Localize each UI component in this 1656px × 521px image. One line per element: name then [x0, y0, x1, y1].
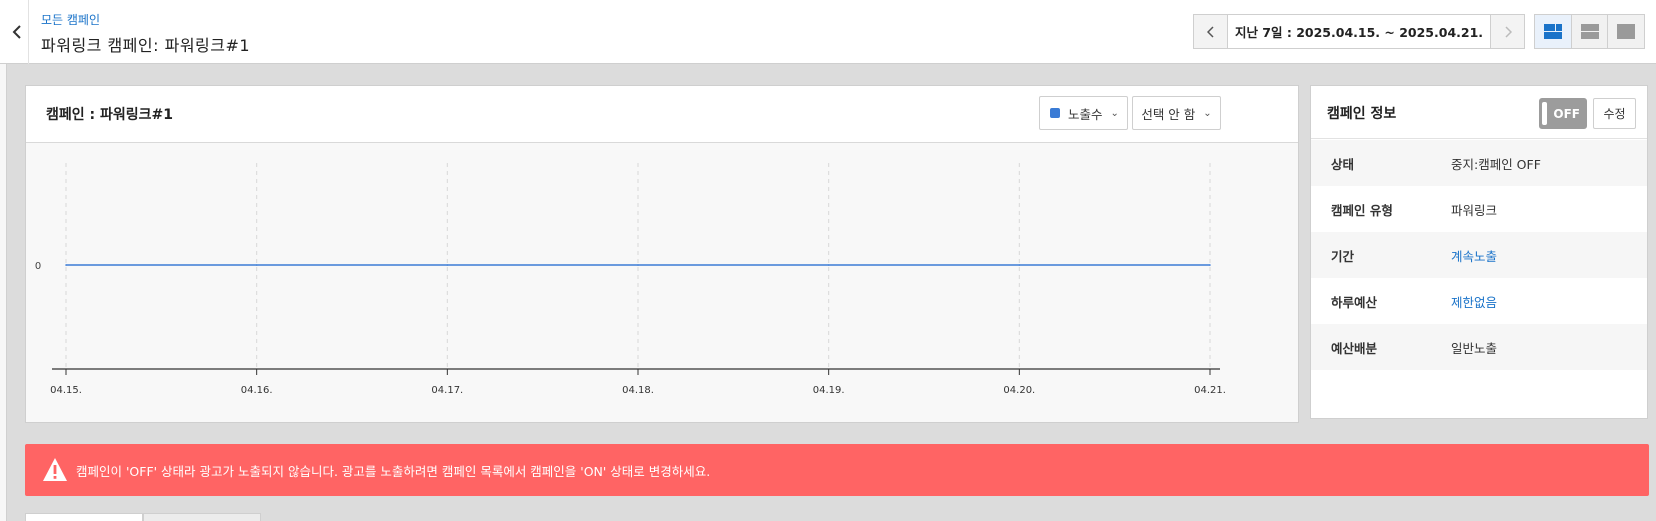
chart-plot-area: 04.15. 04.16. 04.17. 04.18. 04.19. 04.20. 04.2… — [26, 143, 1298, 422]
view-rows-button[interactable] — [1570, 15, 1608, 48]
x-tick-label: 04.17. — [431, 385, 463, 396]
bottom-tabs — [25, 513, 1649, 521]
date-range-label[interactable]: 지난 7일 : 2025.04.15. ~ 2025.04.21. — [1228, 15, 1490, 48]
view-rows-icon — [1580, 24, 1599, 39]
chevron-down-icon: ⌄ — [1110, 107, 1119, 119]
x-tick-label: 04.21. — [1194, 385, 1226, 396]
chart-header: 캠페인 : 파워링크#1 노출수 ⌄ 선택 안 함 ⌄ — [26, 86, 1298, 143]
campaign-info-panel: 캠페인 정보 OFF 수정 상태 중지:캠페인 OFF 캠페인 유형 파워링크 … — [1310, 85, 1648, 419]
chevron-left-icon — [1206, 25, 1214, 38]
page-title: 파워링크 캠페인: 파워링크#1 — [41, 36, 251, 55]
info-row-type: 캠페인 유형 파워링크 — [1311, 186, 1647, 232]
x-tick-label: 04.18. — [622, 385, 654, 396]
data-point — [65, 264, 67, 266]
chart-panel: 캠페인 : 파워링크#1 노출수 ⌄ 선택 안 함 ⌄ 04.15. 04.16.… — [25, 85, 1299, 423]
x-tick-label: 04.20. — [1003, 385, 1035, 396]
info-title: 캠페인 정보 — [1327, 106, 1397, 122]
alert-message: 캠페인이 'OFF' 상태라 광고가 노출되지 않습니다. 광고를 노출하려면 … — [76, 463, 711, 479]
view-single-icon — [1617, 24, 1636, 39]
info-row-daily-budget: 하루예산 제한없음 — [1311, 278, 1647, 324]
date-next-button[interactable] — [1490, 15, 1524, 48]
x-tick-label: 04.15. — [50, 385, 82, 396]
y-tick-label: 0 — [35, 261, 41, 272]
data-point — [827, 264, 830, 266]
info-value: 중지:캠페인 OFF — [1451, 156, 1541, 172]
info-value-link[interactable]: 계속노출 — [1451, 246, 1497, 265]
left-edge-strip — [0, 0, 7, 521]
info-row-period: 기간 계속노출 — [1311, 232, 1647, 278]
warning-icon — [43, 458, 67, 481]
x-tick-label: 04.16. — [241, 385, 273, 396]
info-header: 캠페인 정보 OFF 수정 — [1311, 86, 1647, 139]
chart-title: 캠페인 : 파워링크#1 — [46, 107, 173, 123]
data-point — [255, 264, 258, 266]
back-button[interactable] — [6, 0, 29, 64]
campaign-on-off-toggle[interactable]: OFF — [1539, 98, 1587, 129]
date-range-picker: 지난 7일 : 2025.04.15. ~ 2025.04.21. — [1193, 14, 1525, 49]
chevron-down-icon: ⌄ — [1203, 107, 1212, 119]
metric1-dropdown[interactable]: 노출수 ⌄ — [1039, 96, 1128, 130]
info-value: 일반노출 — [1451, 340, 1498, 356]
info-label: 기간 — [1331, 248, 1355, 264]
info-label: 캠페인 유형 — [1331, 202, 1393, 218]
data-point — [637, 264, 639, 266]
view-split-button[interactable] — [1535, 15, 1571, 48]
metric2-dropdown[interactable]: 선택 안 함 ⌄ — [1132, 96, 1221, 130]
view-split-icon — [1543, 24, 1562, 39]
tab-inactive[interactable] — [143, 513, 261, 521]
info-label: 상태 — [1331, 156, 1355, 172]
info-value: 파워링크 — [1451, 202, 1498, 218]
info-label: 예산배분 — [1331, 340, 1378, 356]
data-point — [1209, 264, 1211, 266]
metric1-color-swatch — [1050, 108, 1060, 118]
toggle-label: OFF — [1553, 106, 1580, 121]
chevron-left-icon — [12, 25, 21, 39]
chevron-right-icon — [1504, 25, 1512, 38]
line-chart: 04.15. 04.16. 04.17. 04.18. 04.19. 04.20. 04.2… — [35, 163, 1226, 396]
breadcrumb-all-campaigns[interactable]: 모든 캠페인 — [41, 11, 100, 28]
metric2-label: 선택 안 함 — [1141, 106, 1196, 122]
data-point — [446, 264, 449, 266]
info-row-budget-distribution: 예산배분 일반노출 — [1311, 324, 1647, 370]
info-row-status: 상태 중지:캠페인 OFF — [1311, 140, 1647, 186]
date-prev-button[interactable] — [1194, 15, 1228, 48]
metric1-label: 노출수 — [1068, 106, 1103, 122]
edit-button[interactable]: 수정 — [1593, 98, 1636, 129]
toggle-knob — [1542, 102, 1547, 125]
info-value-link[interactable]: 제한없음 — [1451, 292, 1497, 311]
data-point — [1018, 264, 1021, 266]
tab-active[interactable] — [25, 513, 143, 521]
x-tick-label: 04.19. — [813, 385, 845, 396]
view-mode-group — [1534, 14, 1645, 49]
view-single-button[interactable] — [1607, 15, 1645, 48]
campaign-off-alert: 캠페인이 'OFF' 상태라 광고가 노출되지 않습니다. 광고를 노출하려면 … — [25, 444, 1649, 496]
top-header: 모든 캠페인 파워링크 캠페인: 파워링크#1 지난 7일 : 2025.04.… — [0, 0, 1656, 64]
info-label: 하루예산 — [1331, 294, 1378, 310]
